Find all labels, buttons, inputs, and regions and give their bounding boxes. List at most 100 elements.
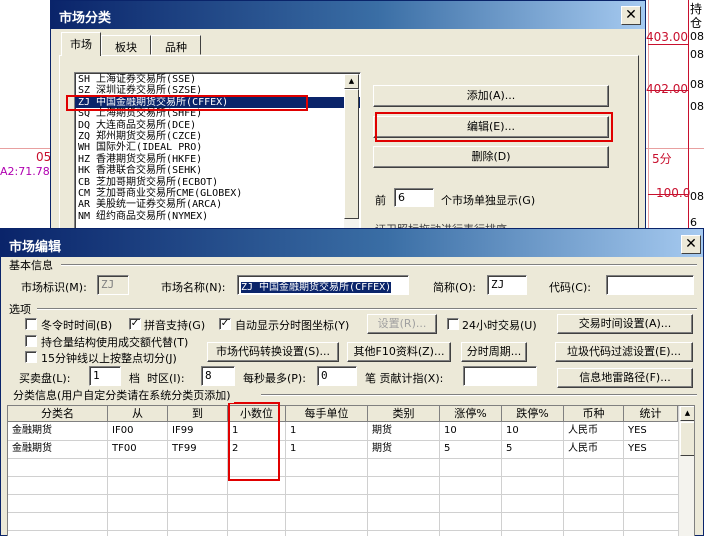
scroll-up-button[interactable]: ▲ xyxy=(680,406,694,421)
chart-line xyxy=(688,0,689,250)
column-header[interactable]: 到 xyxy=(168,406,228,422)
tick-period-button[interactable]: 分时周期... xyxy=(461,342,527,362)
price-label: 402.00 xyxy=(646,82,688,96)
checkmark-icon: ✓ xyxy=(130,318,140,329)
chart-tick xyxy=(648,44,688,45)
table-cell: 期货 xyxy=(372,425,392,436)
group-divider xyxy=(37,308,697,310)
settings-button[interactable]: 设置(R)... xyxy=(367,314,437,334)
highlight-box xyxy=(66,95,308,111)
column-header[interactable]: 分类名 xyxy=(8,406,108,422)
table-row[interactable]: 金融期货 TF00 TF99 2 1 期货 5 5 人民币 YES xyxy=(8,440,678,458)
market-list-item[interactable]: CM 芝加哥商业交易所CME(GLOBEX) xyxy=(75,188,360,199)
scroll-up-button[interactable]: ▲ xyxy=(344,74,359,89)
hour-split-label: 15分钟线以上按整点切分(J) xyxy=(41,352,177,365)
close-icon: ✕ xyxy=(625,7,637,23)
delete-button[interactable]: 删除(D) xyxy=(373,146,609,168)
table-cell: 人民币 xyxy=(568,443,598,454)
timezone-input[interactable]: 8 xyxy=(201,366,235,386)
table-cell: YES xyxy=(628,425,647,436)
chart-label: 08 xyxy=(690,48,704,61)
market-list-item[interactable]: AR 美股统一证券交易所(ARCA) xyxy=(75,199,360,210)
table-cell: 10 xyxy=(444,425,457,436)
market-list-item[interactable]: CB 芝加哥期货交易所(ECBOT) xyxy=(75,177,360,188)
market-name-label: 市场名称(N): xyxy=(161,281,226,294)
timezone-label: 时区(I): xyxy=(147,372,185,385)
column-header[interactable]: 统计 xyxy=(624,406,678,422)
table-row[interactable]: 金融期货 IF00 IF99 1 1 期货 10 10 人民币 YES xyxy=(8,422,678,440)
f10-button[interactable]: 其他F10资料(Z)... xyxy=(347,342,451,362)
position-structure-checkbox[interactable] xyxy=(25,335,37,347)
table-cell: TF00 xyxy=(112,443,137,454)
tab-sector[interactable]: 板块 xyxy=(101,35,151,55)
tab-market[interactable]: 市场 xyxy=(61,32,101,56)
winter-time-label: 冬令时时间(B) xyxy=(41,319,113,332)
trade-time-button[interactable]: 交易时间设置(A)... xyxy=(557,314,693,334)
short-name-label: 简称(O): xyxy=(433,281,476,294)
market-list-item[interactable]: DQ 大连商品交易所(DCE) xyxy=(75,120,360,131)
short-name-input[interactable]: ZJ xyxy=(487,275,527,295)
market-list-item[interactable]: SH 上海证券交易所(SSE) xyxy=(75,74,360,85)
chart-label: 08 xyxy=(690,30,704,43)
arrow-up-icon: ▲ xyxy=(348,77,355,85)
close-icon: ✕ xyxy=(685,236,697,252)
contrib-input[interactable] xyxy=(463,366,537,386)
add-button[interactable]: 添加(A)... xyxy=(373,85,609,107)
group-divider xyxy=(261,394,697,396)
trade-24h-checkbox[interactable] xyxy=(447,318,459,330)
table-cell: IF99 xyxy=(172,425,194,436)
dialog-titlebar: 市场分类 xyxy=(51,1,645,29)
market-list-item[interactable]: NM 纽约商品交易所(NYMEX) xyxy=(75,211,360,222)
table-cell: IF00 xyxy=(112,425,134,436)
market-list-item[interactable]: ZQ 郑州期货交易所(CZCE) xyxy=(75,131,360,142)
column-header[interactable]: 从 xyxy=(108,406,168,422)
column-header[interactable]: 币种 xyxy=(564,406,624,422)
hour-split-checkbox[interactable] xyxy=(25,351,37,363)
arrow-up-icon: ▲ xyxy=(684,409,691,417)
scrollbar[interactable]: ▲ xyxy=(344,74,359,231)
winter-time-checkbox[interactable] xyxy=(25,318,37,330)
tab-label: 市场 xyxy=(70,38,92,51)
table-scrollbar[interactable]: ▲ xyxy=(678,406,694,536)
dialog-title: 市场编辑 xyxy=(9,240,62,255)
auto-axis-checkbox[interactable]: ✓ xyxy=(219,318,231,330)
column-header[interactable]: 类别 xyxy=(368,406,440,422)
junk-filter-button[interactable]: 垃圾代码过滤设置(E)... xyxy=(555,342,693,362)
table-cell: 1 xyxy=(290,443,297,454)
grid-line xyxy=(8,512,678,513)
market-list-item[interactable]: WH 国际外汇(IDEAL PRO) xyxy=(75,142,360,153)
code-input[interactable] xyxy=(606,275,694,295)
highlight-box xyxy=(228,402,280,481)
code-label: 代码(C): xyxy=(549,281,591,294)
front-count-input[interactable]: 6 xyxy=(394,188,434,207)
market-name-input[interactable]: ZJ 中国金融期货交易所(CFFEX) xyxy=(237,275,409,295)
pinyin-checkbox[interactable]: ✓ xyxy=(129,318,141,330)
bid-ask-input[interactable]: 1 xyxy=(89,366,121,386)
front-suffix-label: 个市场单独显示(G) xyxy=(441,194,536,207)
market-id-input[interactable]: ZJ xyxy=(97,275,129,295)
chart-label: 08 xyxy=(690,100,704,113)
table-cell: TF99 xyxy=(172,443,197,454)
column-header[interactable]: 每手单位 xyxy=(286,406,368,422)
market-name-value: ZJ 中国金融期货交易所(CFFEX) xyxy=(241,282,392,293)
table-cell: 10 xyxy=(506,425,519,436)
classify-label: 分类信息(用户自定分类请在系统分类页添加) xyxy=(13,387,234,403)
close-button[interactable]: ✕ xyxy=(621,6,641,25)
code-convert-button[interactable]: 市场代码转换设置(S)... xyxy=(207,342,339,362)
tab-label: 品种 xyxy=(165,41,187,54)
market-list-item[interactable]: HZ 香港期货交易所(HKFE) xyxy=(75,154,360,165)
contrib-label: 笔 贡献计指(X): xyxy=(365,372,444,385)
info-mine-button[interactable]: 信息地雷路径(F)... xyxy=(557,368,693,388)
per-sec-input[interactable]: 0 xyxy=(317,366,357,386)
market-list-item[interactable]: HK 香港联合交易所(SEHK) xyxy=(75,165,360,176)
column-header[interactable]: 涨停% xyxy=(440,406,502,422)
classify-table[interactable]: 分类名从到小数位 每手单位 类别 涨停% 跌停% 币种 统计 金融期货 IF00 IF99 1 1 期… xyxy=(7,405,695,536)
close-button[interactable]: ✕ xyxy=(681,235,701,254)
scroll-thumb[interactable] xyxy=(344,89,359,219)
scroll-thumb[interactable] xyxy=(680,422,694,456)
column-header[interactable]: 跌停% xyxy=(502,406,564,422)
tab-variety[interactable]: 品种 xyxy=(151,35,201,55)
grid-line xyxy=(8,458,678,459)
options-label: 选项 xyxy=(9,301,34,317)
chart-readout: A2:71.784 xyxy=(0,165,57,178)
